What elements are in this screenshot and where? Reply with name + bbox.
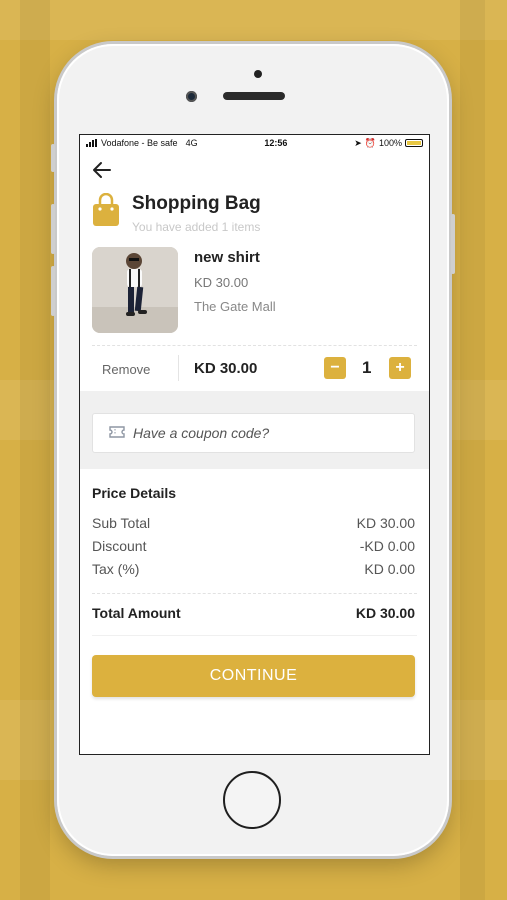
- arrow-left-icon[interactable]: [92, 161, 112, 183]
- shopping-bag-icon: [92, 192, 120, 227]
- total-label: Total Amount: [92, 605, 181, 621]
- carrier-name: Vodafone - Be safe: [101, 138, 178, 148]
- divider: [92, 593, 417, 594]
- divider: [92, 635, 417, 636]
- continue-button[interactable]: CONTINUE: [92, 655, 415, 697]
- home-button: [223, 771, 281, 829]
- divider: [178, 355, 179, 381]
- mute-switch: [51, 144, 55, 172]
- alarm-icon: ⏰: [364, 137, 376, 148]
- total-value: KD 30.00: [355, 605, 415, 621]
- discount-label: Discount: [92, 538, 147, 554]
- line-total-price: KD 30.00: [194, 360, 258, 377]
- discount-value: -KD 0.00: [359, 538, 415, 554]
- coupon-section: Have a coupon code?: [80, 391, 429, 469]
- quantity-value: 1: [362, 358, 372, 377]
- volume-up-button: [51, 204, 55, 254]
- volume-down-button: [51, 266, 55, 316]
- tax-row: Tax (%) KD 0.00: [92, 561, 415, 577]
- status-bar: Vodafone - Be safe 4G 12:56 ➤ ⏰ 100%: [80, 135, 429, 151]
- product-image[interactable]: [92, 247, 178, 333]
- battery-percent: 100%: [378, 138, 402, 148]
- page-title: Shopping Bag: [132, 193, 261, 214]
- increase-quantity-button[interactable]: +: [389, 357, 411, 379]
- proximity-sensor: [254, 70, 262, 78]
- coupon-input[interactable]: Have a coupon code?: [92, 413, 415, 453]
- earpiece-speaker: [223, 92, 285, 100]
- discount-row: Discount -KD 0.00: [92, 538, 415, 554]
- power-button: [451, 214, 455, 274]
- tax-value: KD 0.00: [364, 561, 415, 577]
- subtotal-label: Sub Total: [92, 515, 151, 531]
- location-icon: ➤: [354, 137, 362, 148]
- divider: [92, 345, 417, 346]
- product-price: KD 30.00: [194, 275, 249, 290]
- product-name[interactable]: new shirt: [194, 249, 260, 266]
- phone-frame: Vodafone - Be safe 4G 12:56 ➤ ⏰ 100% Sho…: [51, 44, 455, 856]
- network-type: 4G: [185, 138, 198, 148]
- battery-icon: [405, 139, 423, 147]
- tax-label: Tax (%): [92, 561, 140, 577]
- decrease-quantity-button[interactable]: −: [324, 357, 346, 379]
- ticket-icon: [109, 425, 125, 441]
- product-store: The Gate Mall: [194, 299, 276, 314]
- remove-button[interactable]: Remove: [102, 362, 150, 377]
- front-camera: [186, 91, 197, 102]
- total-amount-row: Total Amount KD 30.00: [92, 605, 415, 621]
- coupon-placeholder: Have a coupon code?: [133, 425, 270, 441]
- status-time: 12:56: [264, 138, 288, 148]
- items-count-subtitle: You have added 1 items: [132, 220, 261, 234]
- app-screen: Vodafone - Be safe 4G 12:56 ➤ ⏰ 100% Sho…: [79, 134, 430, 755]
- subtotal-value: KD 30.00: [356, 515, 415, 531]
- signal-icon: [86, 139, 97, 147]
- subtotal-row: Sub Total KD 30.00: [92, 515, 415, 531]
- price-details-title: Price Details: [92, 485, 177, 501]
